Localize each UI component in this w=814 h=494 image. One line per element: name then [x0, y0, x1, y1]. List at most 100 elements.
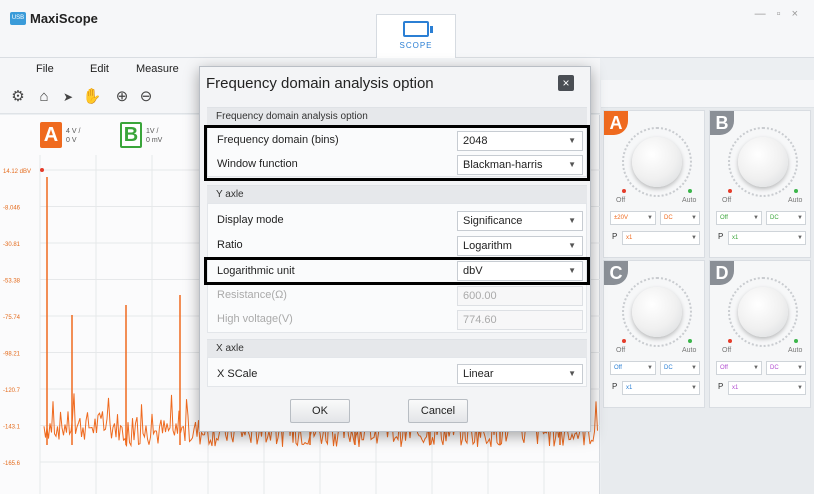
probe-select[interactable]: x1 ▼ [728, 231, 806, 245]
chevron-down-icon: ▼ [691, 235, 697, 241]
app-logo-icon: USB [10, 12, 26, 25]
coupling-value: DC [770, 365, 779, 371]
channel-card-badge: C [604, 261, 628, 285]
coupling-select[interactable]: DC ▼ [660, 211, 700, 225]
resistance-label: Resistance(Ω) [217, 289, 287, 301]
chevron-down-icon: ▼ [691, 215, 697, 221]
window-controls[interactable]: — ▫ × [755, 8, 802, 20]
range-knob[interactable] [738, 137, 788, 187]
channel-card-badge: B [710, 111, 734, 135]
chevron-down-icon: ▼ [753, 365, 759, 371]
auto-indicator-icon [794, 339, 798, 343]
chevron-down-icon: ▼ [568, 216, 576, 225]
range-select[interactable]: Off ▼ [716, 211, 762, 225]
auto-indicator-icon [688, 339, 692, 343]
chevron-down-icon: ▼ [568, 369, 576, 378]
chevron-down-icon: ▼ [797, 215, 803, 221]
range-knob[interactable] [632, 287, 682, 337]
chevron-down-icon: ▼ [797, 385, 803, 391]
probe-label: P [612, 382, 618, 391]
menu-measure[interactable]: Measure [136, 63, 179, 75]
chevron-down-icon: ▼ [568, 241, 576, 250]
off-indicator-icon [728, 189, 732, 193]
coupling-value: DC [770, 215, 779, 221]
maxiscope-window: USB MaxiScope SCOPE — ▫ × File Edit Meas… [0, 0, 814, 494]
auto-label: Auto [788, 347, 803, 354]
ok-button[interactable]: OK [290, 399, 350, 423]
high-voltage-input[interactable]: 774.60 [457, 310, 583, 330]
close-icon[interactable]: × [558, 75, 574, 91]
probe-select[interactable]: x1 ▼ [728, 381, 806, 395]
off-label: Off [616, 347, 626, 354]
probe-value: x1 [626, 235, 633, 241]
highlight-box-frequency [204, 125, 590, 181]
range-select[interactable]: ±20V ▼ [610, 211, 656, 225]
coupling-select[interactable]: DC ▼ [766, 211, 806, 225]
resistance-input[interactable]: 600.00 [457, 286, 583, 306]
channel-card-badge: A [604, 111, 628, 135]
off-label: Off [722, 197, 732, 204]
hand-icon[interactable]: ✋ [82, 87, 102, 107]
probe-label: P [718, 382, 724, 391]
y-axis-tick-label: -53.38 [3, 279, 21, 285]
coupling-select[interactable]: DC ▼ [766, 361, 806, 375]
off-label: Off [616, 197, 626, 204]
chevron-down-icon: ▼ [647, 365, 653, 371]
x-scale-value: Linear [463, 368, 494, 380]
range-knob[interactable] [738, 287, 788, 337]
probe-select[interactable]: x1 ▼ [622, 381, 700, 395]
highlight-box-log-unit [204, 257, 590, 285]
home-icon[interactable]: ⌂ [34, 87, 54, 107]
x-scale-label: X SCale [217, 368, 258, 380]
range-value: Off [720, 215, 728, 221]
gear-icon[interactable]: ⚙ [8, 87, 28, 107]
off-label: Off [722, 347, 732, 354]
chevron-down-icon: ▼ [797, 235, 803, 241]
range-knob[interactable] [632, 137, 682, 187]
cancel-button[interactable]: Cancel [408, 399, 468, 423]
section-frequency-header: Frequency domain analysis option [207, 107, 587, 125]
range-value: Off [614, 365, 622, 371]
coupling-select[interactable]: DC ▼ [660, 361, 700, 375]
tab-scope[interactable]: SCOPE [376, 14, 456, 58]
display-mode-value: Significance [463, 215, 523, 227]
frequency-analysis-dialog: Frequency domain analysis option × Frequ… [199, 66, 591, 432]
ratio-select[interactable]: Logarithm ▼ [457, 236, 583, 256]
menu-edit[interactable]: Edit [90, 63, 109, 75]
app-title: MaxiScope [30, 11, 98, 26]
range-select[interactable]: Off ▼ [716, 361, 762, 375]
zoom-in-icon[interactable]: ⊕ [112, 87, 132, 107]
auto-indicator-icon [794, 189, 798, 193]
auto-indicator-icon [688, 189, 692, 193]
y-axis-tick-label: -30.81 [3, 242, 21, 248]
menu-file[interactable]: File [36, 63, 54, 75]
section-x-axis-header: X axle [207, 339, 587, 357]
display-mode-label: Display mode [217, 214, 284, 226]
display-mode-select[interactable]: Significance ▼ [457, 211, 583, 231]
range-value: Off [720, 365, 728, 371]
pointer-icon[interactable]: ➤ [58, 87, 78, 107]
section-y-axis-header: Y axle [207, 185, 587, 203]
tab-scope-label: SCOPE [399, 41, 433, 50]
zoom-out-icon[interactable]: ⊖ [136, 87, 156, 107]
channel-card-badge: D [710, 261, 734, 285]
channel-card-a: A Off Auto ±20V ▼ DC ▼ Px1 ▼ [603, 110, 705, 258]
channel-panel-header [601, 80, 814, 108]
range-value: ±20V [614, 215, 628, 221]
channel-card-d: D Off Auto Off ▼ DC ▼ Px1 ▼ [709, 260, 811, 408]
probe-select[interactable]: x1 ▼ [622, 231, 700, 245]
coupling-value: DC [664, 215, 673, 221]
y-axis-tick-label: 14.12 dBV [3, 169, 31, 175]
dialog-title: Frequency domain analysis option [206, 75, 434, 92]
trigger-marker-icon[interactable] [40, 168, 44, 172]
off-indicator-icon [728, 339, 732, 343]
ratio-label: Ratio [217, 239, 243, 251]
x-scale-select[interactable]: Linear ▼ [457, 364, 583, 384]
y-axis-tick-label: -98.21 [3, 352, 21, 358]
channel-card-b: B Off Auto Off ▼ DC ▼ Px1 ▼ [709, 110, 811, 258]
auto-label: Auto [682, 197, 697, 204]
y-axis-tick-label: -8.046 [3, 206, 21, 212]
chevron-down-icon: ▼ [647, 215, 653, 221]
range-select[interactable]: Off ▼ [610, 361, 656, 375]
off-indicator-icon [622, 339, 626, 343]
